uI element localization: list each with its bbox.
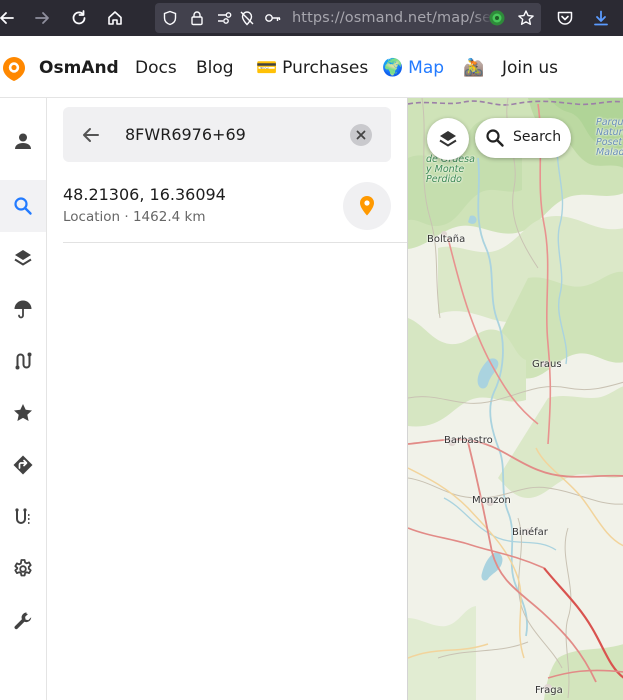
sidebar-item-tools[interactable] [0, 595, 46, 647]
result-subtitle: Location · 1462.4 km [63, 209, 206, 225]
lock-icon[interactable] [188, 9, 206, 27]
key-icon[interactable] [264, 9, 282, 27]
map-tiles [408, 98, 623, 700]
umbrella-icon [14, 300, 32, 319]
brand-name[interactable]: OsmAnd [39, 58, 119, 78]
directions-icon [13, 455, 33, 475]
forward-arrow-icon[interactable] [29, 5, 55, 31]
sidebar-item-navigation[interactable] [0, 439, 46, 491]
shield-icon[interactable] [161, 9, 179, 27]
map-search-button[interactable]: Search [475, 118, 571, 158]
close-icon [356, 130, 366, 140]
map-label-binefar: Binéfar [512, 527, 548, 538]
nav-join-us[interactable]: Join us [502, 58, 558, 78]
result-title: 48.21306, 16.36094 [63, 185, 226, 204]
sidebar-item-tracks[interactable] [0, 335, 46, 387]
browser-toolbar: https://osmand.net/map/sea [0, 0, 623, 36]
map-label-monzon: Monzon [472, 495, 511, 506]
nav-blog[interactable]: Blog [196, 58, 234, 78]
map-label-fraga: Fraga [535, 685, 563, 696]
reload-icon[interactable] [66, 5, 92, 31]
map-layers-button[interactable] [427, 118, 469, 160]
site-header: OsmAnd Docs Blog 💳 Purchases 🌍 Map 🚵 Join … [0, 36, 623, 98]
nav-docs-label: Docs [135, 58, 177, 78]
sidebar-item-configure-map[interactable] [0, 232, 46, 284]
nav-map[interactable]: 🌍 Map [382, 58, 444, 78]
left-sidebar [0, 98, 47, 700]
nav-docs[interactable]: Docs [135, 58, 177, 78]
bookmark-star-icon[interactable] [517, 9, 535, 27]
extension-icon[interactable] [488, 9, 506, 27]
sidebar-item-weather[interactable] [0, 283, 46, 335]
map-label-graus: Graus [532, 359, 562, 370]
osmand-logo-icon[interactable] [2, 56, 26, 82]
credit-card-icon: 💳 [256, 58, 278, 78]
sidebar-item-settings[interactable] [0, 543, 46, 595]
travel-icon [15, 508, 31, 524]
result-icon-circle [343, 182, 391, 230]
nav-blog-label: Blog [196, 58, 234, 78]
sidebar-item-account[interactable] [0, 115, 46, 167]
globe-icon: 🌍 [382, 58, 404, 78]
nav-purchases[interactable]: 💳 Purchases [256, 58, 368, 78]
url-bar[interactable]: https://osmand.net/map/sea [155, 3, 541, 33]
search-icon [486, 129, 504, 147]
download-icon[interactable] [588, 5, 614, 31]
list-item[interactable]: 48.21306, 16.36094 Location · 1462.4 km [63, 174, 407, 243]
pocket-icon[interactable] [552, 5, 578, 31]
sidebar-item-travel[interactable] [0, 491, 46, 543]
sidebar-item-favorites[interactable] [0, 387, 46, 439]
map-label-parque: Parque Natura Poset Malade [596, 117, 623, 158]
sidebar-item-search[interactable] [0, 180, 46, 232]
person-icon [15, 133, 31, 149]
search-box [63, 107, 391, 162]
location-pin-icon [360, 196, 374, 216]
layers-icon [14, 250, 32, 266]
clear-search-button[interactable] [350, 124, 372, 146]
location-off-icon[interactable] [238, 9, 256, 27]
home-icon[interactable] [102, 5, 128, 31]
search-panel: 48.21306, 16.36094 Location · 1462.4 km [47, 98, 407, 700]
app-root: https://osmand.net/map/sea OsmAnd Docs B… [0, 0, 623, 700]
search-icon [14, 197, 32, 215]
mountain-biker-icon: 🚵 [463, 58, 485, 78]
map-label-boltana: Boltaña [427, 234, 466, 245]
star-icon [14, 404, 32, 421]
map-view[interactable]: de Ordesa y Monte Perdido Parque Natura … [407, 98, 623, 700]
route-icon [15, 352, 32, 370]
nav-map-label: Map [408, 58, 445, 78]
map-label-barbastro: Barbastro [444, 435, 493, 446]
back-button[interactable] [79, 123, 103, 147]
map-search-label: Search [513, 129, 562, 145]
search-input[interactable] [125, 121, 345, 147]
layers-icon [439, 131, 457, 147]
nav-cyclist[interactable]: 🚵 [463, 58, 489, 78]
gear-icon [14, 559, 32, 577]
back-arrow-icon[interactable] [0, 5, 20, 31]
nav-purchases-label: Purchases [282, 58, 369, 78]
nav-join-us-label: Join us [502, 58, 558, 78]
arrow-left-icon [83, 128, 99, 142]
permissions-icon[interactable] [216, 9, 234, 27]
wrench-icon [14, 612, 32, 630]
url-text[interactable]: https://osmand.net/map/sea [292, 10, 500, 26]
